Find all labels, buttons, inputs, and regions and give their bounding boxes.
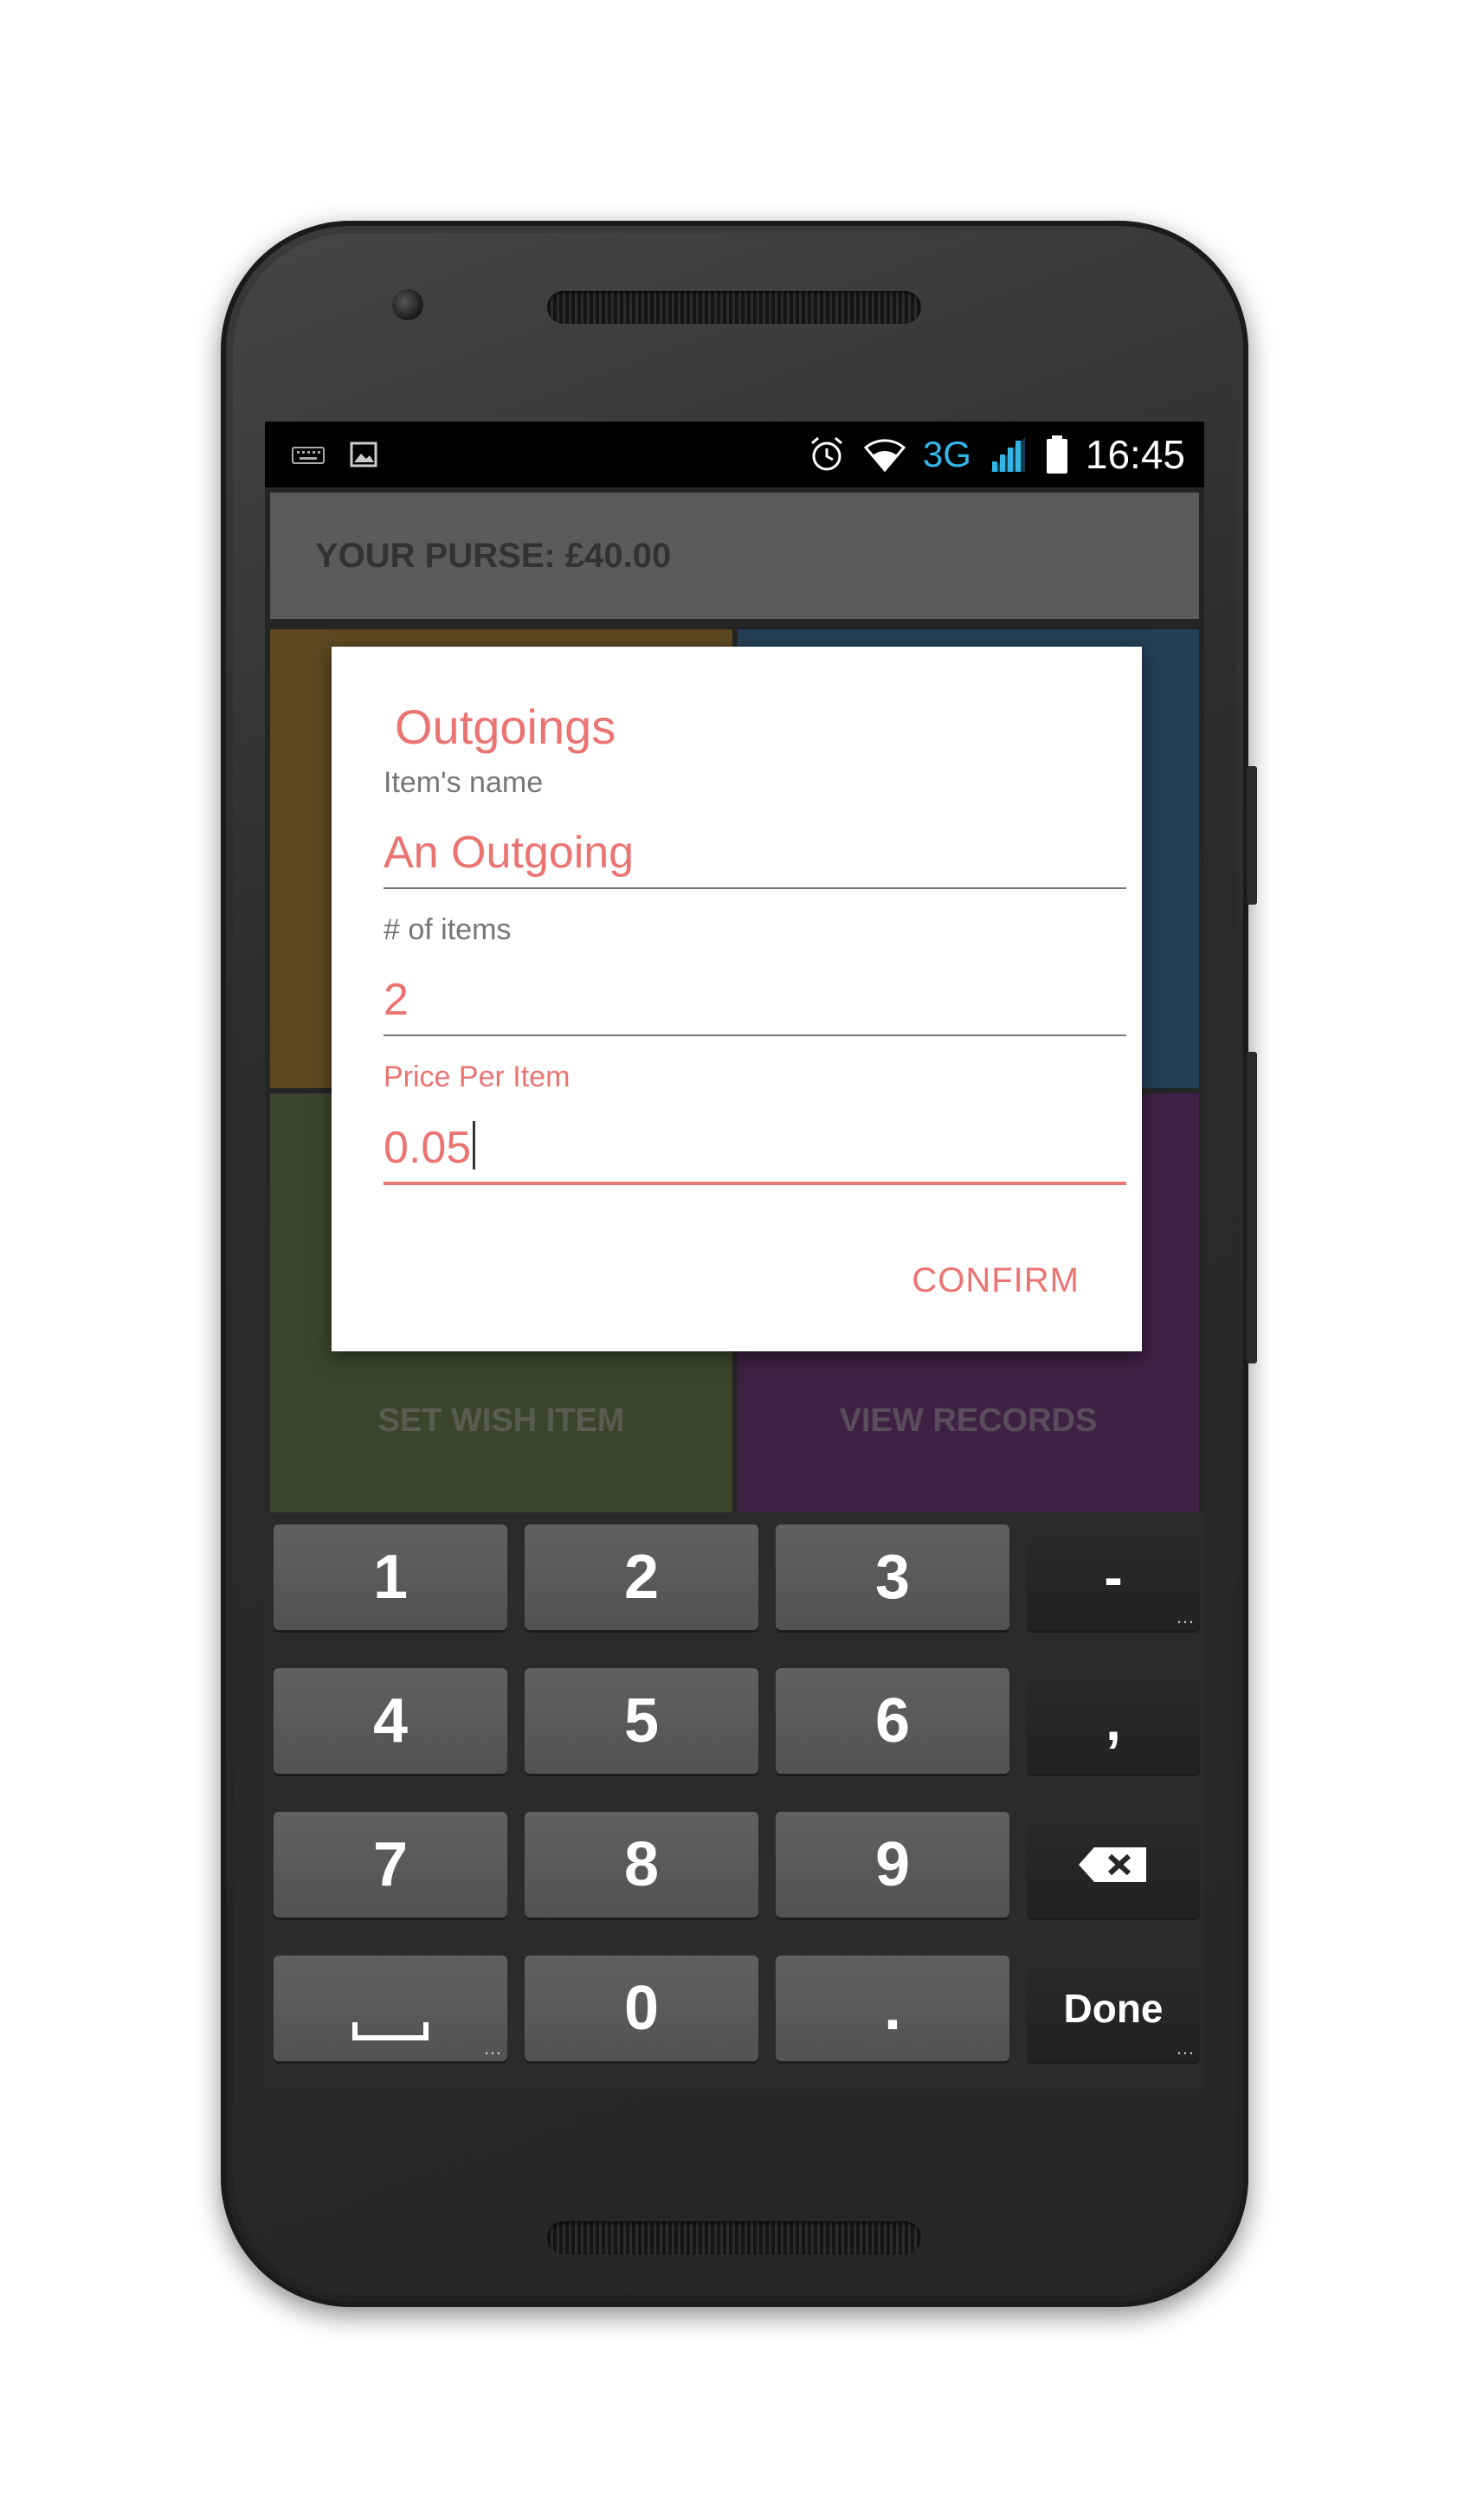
price-per-item-input[interactable]: 0.05 — [384, 1121, 476, 1174]
key-8[interactable]: 8 — [525, 1812, 758, 1917]
alarm-icon — [810, 436, 842, 471]
confirm-button[interactable]: CONFIRM — [912, 1261, 1080, 1300]
price-per-item-underline — [384, 1182, 1126, 1185]
key-period[interactable]: . — [776, 1956, 1009, 2061]
item-name-label: Item's name — [384, 766, 544, 799]
key-comma[interactable]: , — [1027, 1668, 1200, 1774]
key-3[interactable]: 3 — [776, 1524, 1009, 1630]
more-options-dots: … — [483, 2037, 502, 2059]
item-name-underline — [384, 887, 1126, 889]
item-name-input[interactable]: An Outgoing — [384, 827, 634, 879]
front-camera — [392, 289, 423, 320]
key-2[interactable]: 2 — [525, 1524, 758, 1630]
key-backspace[interactable] — [1027, 1812, 1200, 1917]
volume-button — [1247, 766, 1257, 905]
item-count-label: # of items — [384, 913, 512, 946]
text-cursor — [473, 1121, 476, 1170]
item-count-underline — [384, 1034, 1126, 1036]
power-button — [1247, 1052, 1257, 1363]
key-5[interactable]: 5 — [525, 1668, 758, 1774]
space-icon — [352, 2022, 429, 2040]
price-per-item-label: Price Per Item — [384, 1060, 571, 1093]
signal-icon — [990, 437, 1025, 472]
top-speaker-grille — [547, 291, 921, 324]
more-options-dots: … — [1176, 1606, 1195, 1627]
price-per-item-value: 0.05 — [384, 1123, 472, 1173]
key-7[interactable]: 7 — [274, 1812, 507, 1917]
key-minus-label: - — [1104, 1546, 1123, 1608]
key-0[interactable]: 0 — [525, 1956, 758, 2061]
wifi-icon — [863, 439, 906, 473]
backspace-icon — [1079, 1847, 1146, 1882]
key-1[interactable]: 1 — [274, 1524, 507, 1630]
outgoings-dialog: Outgoings Item's name An Outgoing # of i… — [332, 647, 1142, 1351]
key-space[interactable]: … — [274, 1956, 507, 2061]
item-count-input[interactable]: 2 — [384, 974, 409, 1026]
key-done[interactable]: Done … — [1027, 1956, 1200, 2061]
network-type-label: 3G — [922, 434, 971, 474]
status-bar: 3G 16:45 — [265, 422, 1204, 487]
image-icon — [350, 441, 377, 467]
key-minus[interactable]: - … — [1027, 1524, 1200, 1630]
screen: 3G 16:45 YOUR PURSE: £40.00 SET WISH ITE… — [265, 422, 1204, 2089]
battery-icon — [1046, 435, 1067, 474]
keyboard-icon — [292, 447, 325, 464]
numeric-keyboard: 1 2 3 - … 4 5 6 , 7 8 9 … 0 . Done … — [265, 1512, 1204, 2089]
dialog-title: Outgoings — [395, 699, 616, 754]
key-4[interactable]: 4 — [274, 1668, 507, 1774]
key-9[interactable]: 9 — [776, 1812, 1009, 1917]
key-6[interactable]: 6 — [776, 1668, 1009, 1774]
more-options-dots: … — [1176, 2037, 1195, 2059]
done-label: Done — [1063, 1986, 1164, 2031]
clock-time: 16:45 — [1085, 432, 1185, 477]
bottom-speaker-grille — [547, 2221, 921, 2254]
